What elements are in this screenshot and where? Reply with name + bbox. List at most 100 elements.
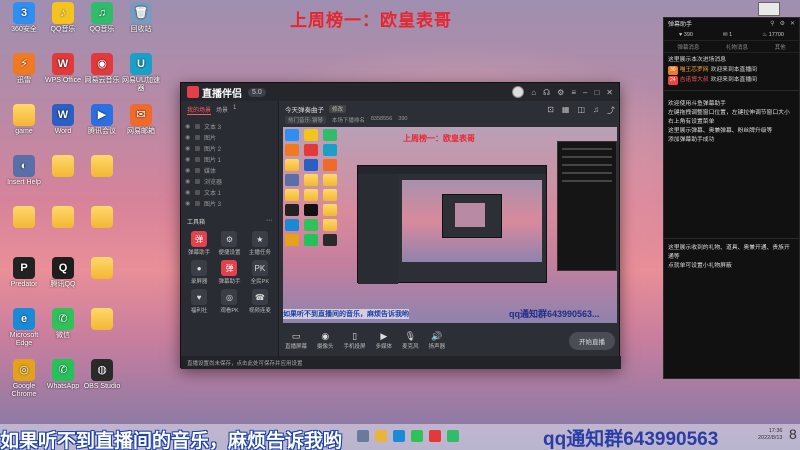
desktop-icon[interactable]: ◍ OBS Studio [82, 359, 122, 391]
stream-title[interactable]: 今天弹奏曲子 [285, 104, 324, 114]
scene-tab[interactable]: 我的场景 [187, 105, 212, 115]
desktop-icon[interactable]: U 网易UU加速器 [121, 53, 161, 93]
bottom-tool[interactable]: 🎙 麦克风 [402, 331, 419, 350]
tool-item[interactable]: 弹弹幕助手 [215, 260, 243, 285]
tool-item[interactable]: ☎ 视频连麦 [246, 289, 274, 314]
source-row[interactable]: ◉ 图片 3 [185, 198, 274, 209]
danmu-assistant-panel[interactable]: 弹幕助手 ⚲ ⚙ ✕ ♥ 390 ✉ 1 ♨ 17700 弹幕消息 礼物消息 其他 这里… [663, 17, 800, 379]
desktop-icon[interactable]: 🗑 回收站 [121, 2, 161, 34]
eye-icon[interactable]: ◉ [185, 178, 191, 185]
tool-item[interactable]: ● 录屏器 [185, 260, 213, 285]
lock-icon[interactable]: ⊡ [547, 105, 554, 116]
desktop-icon[interactable]: ▶ 腾讯会议 [82, 104, 122, 136]
desktop-icon[interactable]: Q 腾讯QQ [43, 257, 83, 289]
source-row[interactable]: ◉ 媒体 [185, 165, 274, 176]
desktop-icon[interactable]: W WPS Office [43, 53, 83, 85]
taskbar-app-icon[interactable] [375, 430, 387, 442]
bottom-tool[interactable]: ▶ 多媒体 [376, 331, 393, 350]
desktop-icon[interactable] [43, 155, 83, 179]
tool-item[interactable]: PK 全民PK [246, 260, 274, 285]
tool-item[interactable]: ⚙ 便捷设置 [215, 231, 243, 256]
source-row[interactable]: ◉ 文本 3 [185, 121, 274, 132]
desktop-icon[interactable]: W Word [43, 104, 83, 136]
start-stream-button[interactable]: 开始直播 [569, 331, 615, 350]
chat-titlebar[interactable]: 弹幕助手 ⚲ ⚙ ✕ [664, 18, 799, 29]
desktop-icon[interactable]: ◉ 网易云音乐 [82, 53, 122, 85]
source-row[interactable]: ◉ 图片 [185, 132, 274, 143]
chat-username[interactable]: 喵王芯罗网 [680, 66, 709, 75]
taskbar-app-icon[interactable] [447, 430, 459, 442]
stream-companion-window[interactable]: 直播伴侣 5.0 ⌂ ☊ ⚙ ≡ – □ ✕ 我的场景 场景 1 ◉ 文本 3 ◉ 图片 ◉… [180, 82, 621, 369]
close-icon[interactable]: ✕ [606, 88, 613, 97]
source-row[interactable]: ◉ 浏览器 [185, 176, 274, 187]
taskbar-app-icon[interactable] [411, 430, 423, 442]
tool-item[interactable]: ★ 主播任务 [246, 231, 274, 256]
desktop-icon[interactable]: ✆ WhatsApp [43, 359, 83, 391]
desktop-icon[interactable]: ✆ 微信 [43, 308, 83, 340]
chat-tab[interactable]: 弹幕消息 [677, 43, 699, 51]
tool-item[interactable]: 弹弹幕助手 [185, 231, 213, 256]
desktop-icon[interactable]: ♫ QQ音乐 [82, 2, 122, 34]
desktop-icon[interactable] [4, 206, 44, 230]
layers-icon[interactable]: ◫ [577, 105, 585, 116]
chat-tab[interactable]: 礼物消息 [726, 43, 748, 51]
menu-icon[interactable]: ≡ [571, 88, 576, 97]
chat-tab[interactable]: 其他 [775, 43, 786, 51]
eye-icon[interactable]: ◉ [185, 134, 191, 141]
source-row[interactable]: ◉ 图片 1 [185, 154, 274, 165]
desktop-icon[interactable]: game [4, 104, 44, 136]
desktop-icon[interactable]: ◐ Insert Help [4, 155, 44, 187]
minimize-icon[interactable]: – [583, 88, 587, 97]
edit-title-button[interactable]: 修改 [329, 105, 347, 113]
desktop-icon[interactable]: ✉ 网易邮箱 [121, 104, 161, 136]
desktop-icon[interactable]: 3 360安全 [4, 2, 44, 34]
more-icon[interactable]: ⋯ [266, 217, 272, 226]
eye-icon[interactable]: ◉ [185, 189, 191, 196]
bottom-tool[interactable]: ◉ 摄像头 [317, 331, 334, 350]
scene-icon[interactable]: ▦ [562, 105, 570, 116]
pin-icon[interactable]: ⚲ [770, 20, 774, 27]
user-avatar[interactable] [512, 86, 525, 98]
taskbar-clock[interactable]: 17:36 2022/8/13 [758, 428, 782, 442]
desktop-icon[interactable]: ◎ Google Chrome [4, 359, 44, 399]
bottom-tool[interactable]: 🔊 扬声器 [429, 331, 446, 350]
bottom-tool[interactable]: ▭ 直播屏幕 [285, 331, 307, 350]
desktop-icon[interactable]: ⚡ 迅雷 [4, 53, 44, 85]
eye-icon[interactable]: ◉ [185, 123, 191, 130]
bottom-tool[interactable]: ▯ 手机投屏 [344, 331, 366, 350]
app-titlebar[interactable]: 直播伴侣 5.0 ⌂ ☊ ⚙ ≡ – □ ✕ [181, 83, 619, 101]
taskbar-app-icon[interactable] [357, 430, 369, 442]
unsaved-settings-note[interactable]: 直播设置尚未保存，点击此处可保存并应用设置 [181, 356, 621, 369]
taskbar-app-icon[interactable] [393, 430, 405, 442]
headset-icon[interactable]: ☊ [543, 88, 550, 97]
eye-icon[interactable]: ◉ [185, 200, 191, 207]
desktop-icon[interactable]: P Predator [4, 257, 44, 289]
desktop-icon[interactable] [82, 206, 122, 230]
desktop-icon[interactable] [82, 308, 122, 332]
source-row[interactable]: ◉ 图片 2 [185, 143, 274, 154]
share-icon[interactable]: ⤴ [607, 105, 615, 116]
desktop-icon[interactable] [82, 257, 122, 281]
gift-icon[interactable]: ⌂ [531, 88, 536, 97]
desktop-icon[interactable]: ♪ QQ音乐 [43, 2, 83, 34]
tool-item[interactable]: ◎ 观看PK [215, 289, 243, 314]
tool-item[interactable]: ♥ 福利社 [185, 289, 213, 314]
desktop-icon[interactable] [43, 206, 83, 230]
source-row[interactable]: ◉ 文本 1 [185, 187, 274, 198]
eye-icon[interactable]: ◉ [185, 156, 191, 163]
notice-icon[interactable]: ♫ [593, 105, 599, 116]
scene-tab[interactable]: 1 [233, 105, 236, 115]
settings-icon[interactable]: ⚙ [557, 88, 564, 97]
taskbar-app-icon[interactable] [429, 430, 441, 442]
chat-close-icon[interactable]: ✕ [790, 20, 795, 27]
eye-icon[interactable]: ◉ [185, 145, 191, 152]
version-pill[interactable]: 5.0 [248, 87, 266, 97]
desktop-icon[interactable]: e Microsoft Edge [4, 308, 44, 348]
chat-settings-icon[interactable]: ⚙ [780, 20, 785, 27]
scene-tab[interactable]: 场景 [216, 105, 228, 115]
maximize-icon[interactable]: □ [594, 88, 599, 97]
eye-icon[interactable]: ◉ [185, 167, 191, 174]
stream-preview[interactable]: 上周榜一：欧皇表哥 如果听不到直播间的音乐，麻烦告诉我哟 qq通知群643990… [283, 127, 617, 323]
desktop-icon[interactable] [82, 155, 122, 179]
chat-username[interactable]: 吉诺博大叔 [680, 76, 709, 85]
